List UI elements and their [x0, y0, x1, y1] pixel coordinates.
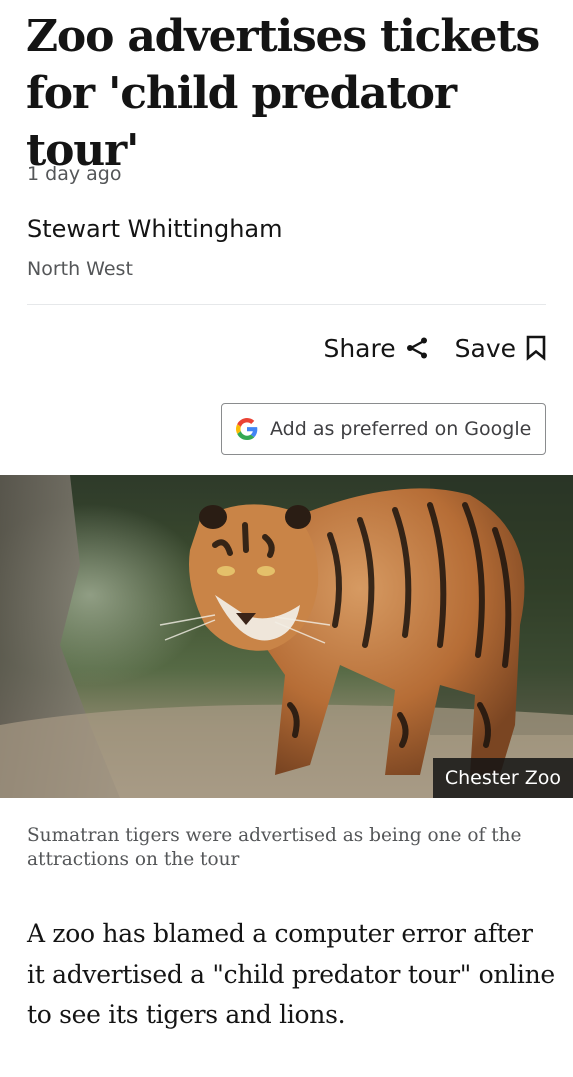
article-paragraph: A zoo has blamed a computer error after …: [27, 919, 555, 1029]
tiger-photo: [0, 475, 573, 798]
google-g-icon: [236, 418, 258, 440]
article-actions: Share Save: [323, 329, 547, 367]
article-headline: Zoo advertises tickets for 'child predat…: [26, 11, 540, 176]
author-name: Stewart Whittingham: [27, 215, 283, 243]
article-hero-image: Chester Zoo: [0, 475, 573, 798]
author-region: North West: [27, 258, 133, 280]
share-icon: [406, 337, 427, 359]
byline-divider: [27, 304, 546, 305]
image-credit: Chester Zoo: [432, 758, 573, 798]
image-caption: Sumatran tigers were advertised as being…: [27, 825, 522, 870]
share-label: Share: [323, 333, 396, 363]
google-button-label: Add as preferred on Google: [270, 418, 532, 440]
share-button[interactable]: Share: [323, 334, 428, 363]
article-timestamp: 1 day ago: [27, 163, 122, 185]
save-button[interactable]: Save: [455, 334, 547, 363]
save-label: Save: [454, 333, 516, 363]
add-preferred-google-button[interactable]: Add as preferred on Google: [221, 403, 546, 455]
bookmark-icon: [526, 335, 546, 361]
